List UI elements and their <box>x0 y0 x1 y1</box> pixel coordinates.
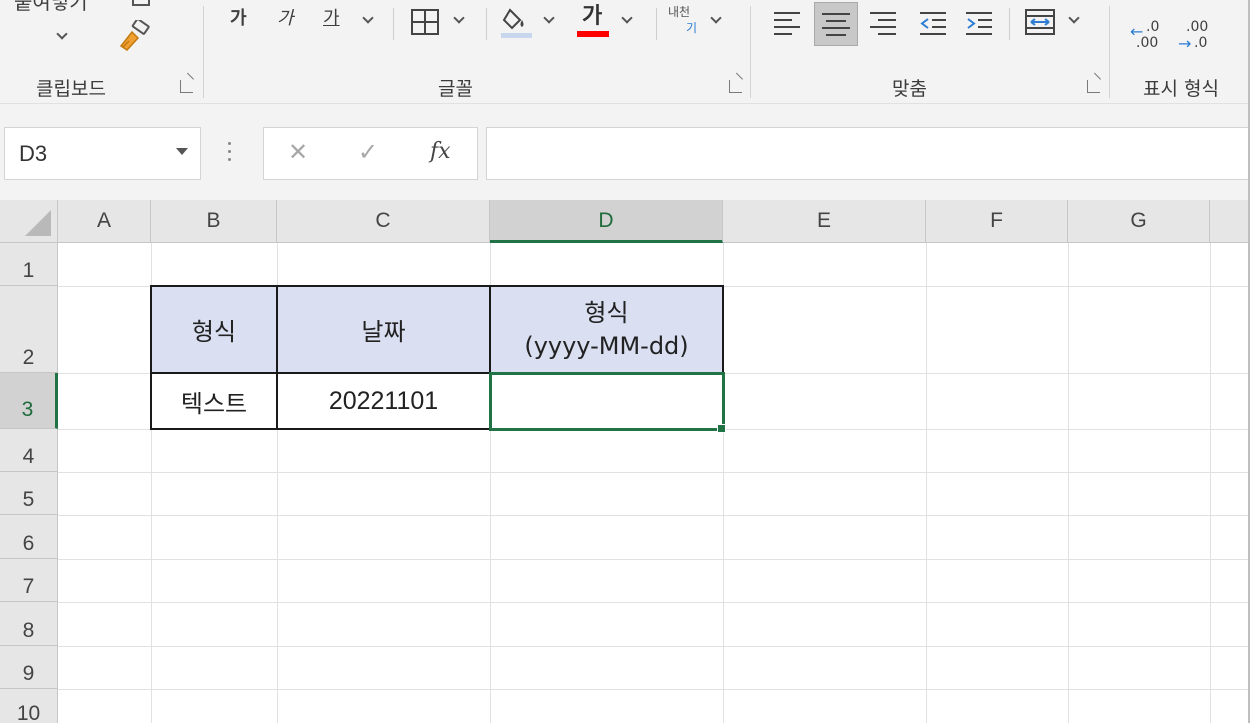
cancel-entry-icon[interactable]: ✕ <box>288 138 308 166</box>
merge-dropdown-chevron-icon[interactable] <box>1068 12 1080 24</box>
gridline <box>58 646 1250 647</box>
column-header-h[interactable] <box>1210 200 1250 243</box>
fill-color-icon[interactable] <box>500 6 534 40</box>
font-dialog-launcher-icon[interactable] <box>729 80 742 93</box>
italic-button[interactable]: 가 <box>277 10 294 28</box>
decrease-decimal-arrow-icon: → <box>1178 34 1192 53</box>
column-header-g[interactable]: G <box>1068 200 1210 243</box>
group-divider <box>750 6 751 98</box>
cell-d2-line2: (yyyy-MM-dd) <box>524 331 689 360</box>
font-group-label: 글꼴 <box>438 78 473 100</box>
group-divider <box>203 6 204 98</box>
cell-c3[interactable]: 20221101 <box>276 372 491 430</box>
merge-center-icon[interactable] <box>1024 8 1056 36</box>
column-header-d[interactable]: D <box>490 200 723 243</box>
row-header-7[interactable]: 7 <box>0 559 58 602</box>
row-header-5[interactable]: 5 <box>0 472 58 515</box>
fill-handle[interactable] <box>717 424 726 433</box>
toolbar-divider <box>656 8 657 40</box>
name-box-dropdown-icon[interactable] <box>176 148 188 155</box>
format-painter-icon[interactable] <box>118 18 152 52</box>
row-header-3[interactable]: 3 <box>0 373 58 429</box>
enter-entry-icon[interactable]: ✓ <box>358 138 378 166</box>
underline-button[interactable]: 가 <box>323 10 340 28</box>
font-color-dropdown-chevron-icon[interactable] <box>621 12 633 24</box>
gridline <box>1068 243 1069 723</box>
toolbar-divider <box>1009 8 1010 40</box>
select-all-button[interactable] <box>0 200 58 243</box>
formula-input[interactable] <box>486 127 1250 180</box>
group-divider <box>1109 6 1110 98</box>
toolbar-divider <box>486 8 487 40</box>
cell-b2-text: 형식 <box>191 318 237 346</box>
cell-c2[interactable]: 날짜 <box>276 285 491 374</box>
paste-dropdown-chevron-icon[interactable] <box>56 28 68 40</box>
borders-icon[interactable] <box>410 8 440 36</box>
name-box-value: D3 <box>19 141 48 166</box>
row-header-4[interactable]: 4 <box>0 429 58 472</box>
gridline <box>926 243 927 723</box>
column-header-f[interactable]: F <box>926 200 1068 243</box>
clipboard-group-label: 클립보드 <box>36 78 106 100</box>
increase-decimal-bottom: .00 <box>1136 35 1159 51</box>
column-header-b[interactable]: B <box>151 200 277 243</box>
gridline <box>58 515 1250 516</box>
align-left-icon[interactable] <box>772 10 802 36</box>
decrease-decimal-top: .00 <box>1186 19 1209 35</box>
align-right-icon[interactable] <box>868 10 898 36</box>
phonetic-guide-sub: 기 <box>686 21 698 35</box>
clipboard-dialog-launcher-icon[interactable] <box>180 80 193 93</box>
decrease-decimal-button[interactable]: .00 → .0 <box>1178 20 1218 54</box>
bold-button[interactable]: 가 <box>230 10 247 28</box>
column-header-c[interactable]: C <box>277 200 490 243</box>
paste-button[interactable]: 붙여넣기 <box>14 0 88 12</box>
alignment-dialog-launcher-icon[interactable] <box>1087 80 1100 93</box>
alignment-group-label: 맞춤 <box>892 78 927 100</box>
row-header-1[interactable]: 1 <box>0 243 58 286</box>
formula-bar-splitter-icon[interactable] <box>228 142 232 166</box>
fill-color-dropdown-chevron-icon[interactable] <box>543 12 555 24</box>
name-box[interactable]: D3 <box>4 127 201 180</box>
column-header-e[interactable]: E <box>723 200 926 243</box>
ribbon: 붙여넣기 클립보드 가 가 가 가 내천 기 글꼴 맞춤 ← .0 .00 .0… <box>0 0 1250 104</box>
phonetic-dropdown-chevron-icon[interactable] <box>710 12 722 24</box>
toolbar-divider <box>393 8 394 40</box>
row-header-6[interactable]: 6 <box>0 515 58 559</box>
increase-decimal-button[interactable]: ← .0 .00 <box>1130 20 1170 54</box>
gridline <box>58 472 1250 473</box>
active-cell-selection[interactable] <box>489 372 725 431</box>
cell-c2-text: 날짜 <box>361 318 406 346</box>
column-header-a[interactable]: A <box>58 200 151 243</box>
row-header-8[interactable]: 8 <box>0 602 58 646</box>
font-color-button[interactable]: 가 <box>582 6 602 28</box>
worksheet-grid[interactable]: A B C D E F G 1 2 3 4 5 6 7 8 9 10 형식 날짜… <box>0 200 1250 723</box>
cell-d2-line1: 형식 <box>584 299 629 328</box>
underline-dropdown-chevron-icon[interactable] <box>362 12 374 24</box>
decrease-decimal-bottom: .0 <box>1194 35 1208 51</box>
gridline <box>58 602 1250 603</box>
gridline <box>1210 243 1211 723</box>
insert-function-button[interactable]: fx <box>430 139 451 164</box>
number-group-label: 표시 형식 <box>1143 78 1219 100</box>
gridline <box>58 689 1250 690</box>
cell-b3-text: 텍스트 <box>180 389 248 418</box>
font-color-swatch <box>577 31 609 37</box>
cell-c3-text: 20221101 <box>328 386 439 415</box>
increase-indent-icon[interactable] <box>964 10 994 36</box>
copy-icon[interactable] <box>132 0 150 6</box>
row-header-2[interactable]: 2 <box>0 286 58 373</box>
row-header-10[interactable]: 10 <box>0 689 58 723</box>
increase-decimal-top: .0 <box>1146 19 1160 35</box>
cell-d2[interactable]: 형식 (yyyy-MM-dd) <box>489 285 724 374</box>
borders-dropdown-chevron-icon[interactable] <box>453 12 465 24</box>
phonetic-guide-button[interactable]: 내천 <box>668 6 690 18</box>
align-center-button[interactable] <box>814 2 858 46</box>
gridline <box>58 559 1250 560</box>
formula-buttons: ✕ ✓ fx <box>263 127 478 180</box>
decrease-indent-icon[interactable] <box>918 10 948 36</box>
row-header-9[interactable]: 9 <box>0 646 58 689</box>
align-center-icon <box>822 13 850 36</box>
cell-b3[interactable]: 텍스트 <box>150 372 278 430</box>
cell-b2[interactable]: 형식 <box>150 285 278 374</box>
